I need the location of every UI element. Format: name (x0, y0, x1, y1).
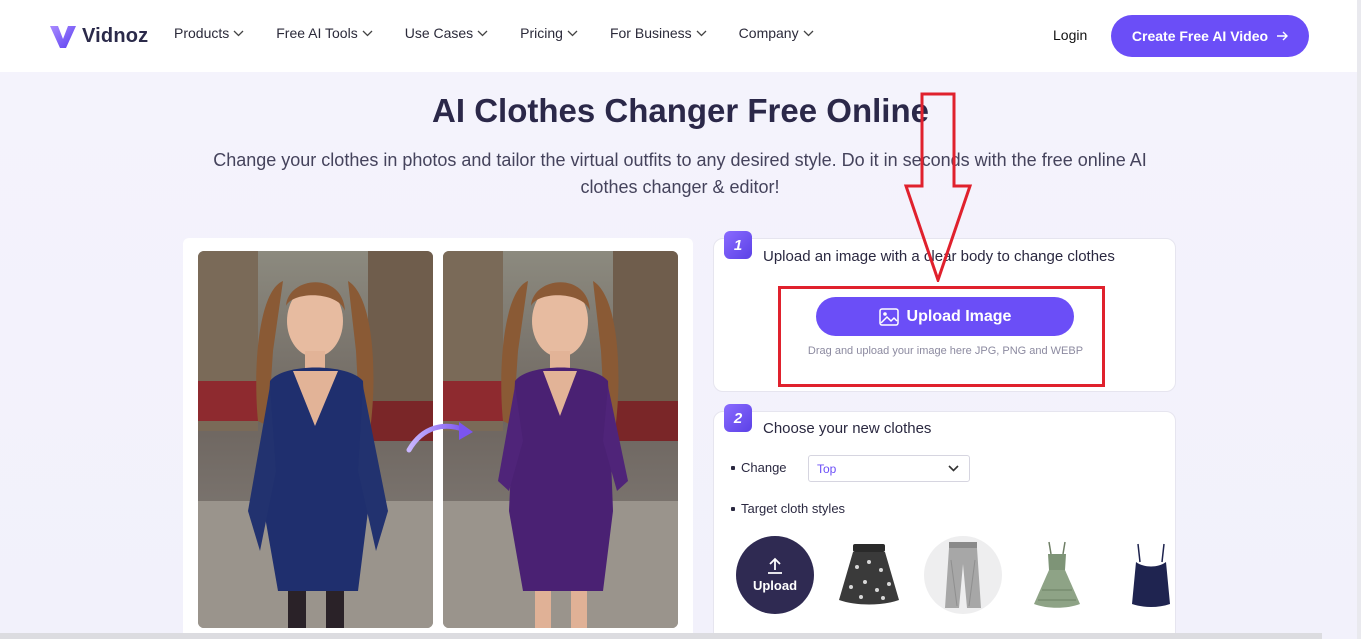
step-choose-title: Choose your new clothes (763, 420, 932, 437)
style-green-dress[interactable] (1018, 536, 1096, 614)
nav-pricing[interactable]: Pricing (520, 25, 578, 41)
page-title: AI Clothes Changer Free Online (432, 92, 929, 129)
upload-image-button[interactable]: Upload Image (816, 297, 1074, 336)
nav-company[interactable]: Company (739, 25, 814, 41)
chevron-down-icon (567, 30, 578, 36)
nav-label: For Business (609, 25, 692, 41)
style-floral-skirt[interactable] (830, 536, 908, 614)
chevron-down-icon (948, 465, 959, 472)
nav-label: Free AI Tools (276, 25, 358, 41)
style-grey-jeans[interactable] (924, 536, 1002, 614)
upload-style-label: Upload (752, 578, 798, 593)
floral-skirt-image (839, 544, 899, 605)
nav-label: Pricing (520, 25, 563, 41)
step-upload-card: 1 Upload an image with a clear body to c… (713, 231, 1176, 392)
step-upload-title: Upload an image with a clear body to cha… (763, 248, 1115, 265)
chevron-down-icon (477, 30, 488, 36)
style-navy-camisole[interactable] (1112, 536, 1190, 614)
grey-jeans-image (945, 542, 981, 608)
nav-products[interactable]: Products (174, 25, 244, 41)
step-number-badge: 2 (724, 404, 752, 432)
arrow-right-icon (1277, 31, 1289, 41)
cta-label: Create Free AI Video (1131, 28, 1269, 44)
login-link[interactable]: Login (1053, 27, 1087, 43)
before-after-preview (183, 238, 693, 639)
upload-image-label: Upload Image (906, 307, 1012, 325)
navy-camisole-image (1132, 543, 1170, 607)
nav-use-cases[interactable]: Use Cases (405, 25, 488, 41)
nav-for-business[interactable]: For Business (610, 25, 707, 41)
change-label: Change (731, 460, 787, 475)
woman-blue-dress-image (198, 251, 433, 628)
chevron-down-icon (362, 30, 373, 36)
before-photo (198, 251, 433, 628)
chevron-down-icon (803, 30, 814, 36)
vertical-scrollbar[interactable] (1357, 0, 1361, 639)
nav-label: Use Cases (404, 25, 474, 41)
cloth-style-list: Upload (736, 536, 1206, 614)
vidnoz-logo-icon (50, 26, 76, 48)
nav-label: Company (738, 25, 799, 41)
logo-text: Vidnoz (82, 24, 149, 47)
target-styles-label: Target cloth styles (731, 501, 845, 516)
change-type-select[interactable]: Top (808, 455, 970, 482)
green-dress-image (1034, 541, 1080, 608)
chevron-down-icon (233, 30, 244, 36)
upload-icon (768, 557, 782, 574)
vidnoz-logo[interactable]: Vidnoz (48, 19, 148, 53)
main-nav: Products Free AI Tools Use Cases Pricing… (174, 25, 846, 41)
transform-arrow-icon (406, 422, 473, 453)
change-select-value: Top (817, 461, 837, 476)
woman-purple-dress-image (443, 251, 678, 628)
upload-style-button[interactable]: Upload (736, 536, 814, 614)
nav-free-ai-tools[interactable]: Free AI Tools (276, 25, 373, 41)
after-photo (443, 251, 678, 628)
step-number-badge: 1 (724, 231, 752, 259)
top-navigation-bar: Vidnoz Products Free AI Tools Use Cases … (0, 0, 1361, 72)
image-icon (878, 307, 899, 326)
create-free-ai-video-button[interactable]: Create Free AI Video (1111, 15, 1309, 57)
nav-label: Products (174, 25, 230, 41)
horizontal-scrollbar[interactable] (0, 633, 1322, 639)
chevron-down-icon (696, 30, 707, 36)
step-choose-clothes-card: 2 Choose your new clothes Change Top Tar… (713, 404, 1176, 639)
upload-drop-hint: Drag and upload your image here JPG, PNG… (807, 345, 1084, 357)
page-subtitle: Change your clothes in photos and tailor… (213, 150, 1147, 197)
